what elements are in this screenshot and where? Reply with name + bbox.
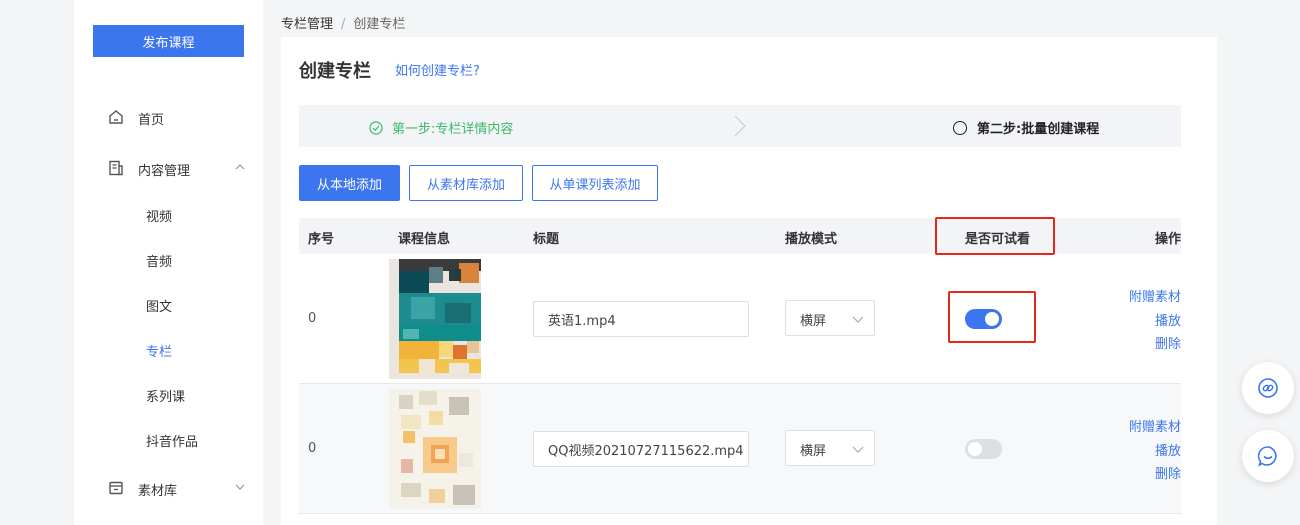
step-circle-icon xyxy=(953,120,967,135)
header-course-info: 课程信息 xyxy=(398,232,451,247)
step-1-label: 第一步:专栏详情内容 xyxy=(392,122,514,137)
main-card: 创建专栏 如何创建专栏? 第一步:专栏详情内容 第二步:批量创建课程 从本地添加… xyxy=(281,37,1217,525)
trial-toggle[interactable] xyxy=(965,439,1002,459)
play-mode-select[interactable]: 横屏 xyxy=(785,300,875,336)
document-icon xyxy=(109,160,123,176)
chat-icon xyxy=(1257,446,1277,467)
sidebar-sub-column[interactable]: 专栏 xyxy=(146,341,172,360)
sidebar-item-label: 首页 xyxy=(138,113,165,128)
breadcrumb: 专栏管理 / 创建专栏 xyxy=(281,13,405,32)
sidebar-item-label: 内容管理 xyxy=(138,164,191,179)
gift-material-link[interactable]: 附赠素材 xyxy=(1129,416,1181,435)
play-mode-value: 横屏 xyxy=(800,444,827,459)
step-1: 第一步:专栏详情内容 xyxy=(369,118,513,137)
chevron-down-icon xyxy=(852,446,864,453)
step-arrow-icon xyxy=(734,115,746,137)
row-index: 0 xyxy=(308,441,317,456)
delete-link[interactable]: 删除 xyxy=(1155,333,1181,352)
add-from-local-button[interactable]: 从本地添加 xyxy=(299,165,400,201)
sidebar-item-content-management[interactable]: 内容管理 xyxy=(74,156,263,180)
header-trial: 是否可试看 xyxy=(965,232,1031,247)
header-actions: 操作 xyxy=(1154,232,1181,247)
step-2-label: 第二步:批量创建课程 xyxy=(977,122,1100,137)
play-mode-value: 横屏 xyxy=(800,314,827,329)
check-circle-icon xyxy=(369,120,383,135)
steps-bar: 第一步:专栏详情内容 第二步:批量创建课程 xyxy=(299,105,1181,147)
header-index: 序号 xyxy=(308,232,335,247)
trial-toggle[interactable] xyxy=(965,309,1002,329)
table-header: 序号 课程信息 标题 播放模式 是否可试看 操作 xyxy=(299,218,1181,254)
sidebar-sub-article[interactable]: 图文 xyxy=(146,296,172,315)
title-input[interactable] xyxy=(533,301,749,337)
sidebar-item-home[interactable]: 首页 xyxy=(74,105,263,129)
sidebar-item-label: 素材库 xyxy=(138,484,178,499)
chevron-down-icon xyxy=(852,316,864,323)
header-title: 标题 xyxy=(533,232,560,247)
sidebar: 发布课程 首页 内容管理 视频 音频 图文 专栏 系列课 抖音作品 素材库 xyxy=(74,0,263,525)
breadcrumb-parent[interactable]: 专栏管理 xyxy=(281,17,333,32)
course-thumbnail[interactable] xyxy=(389,259,481,379)
sidebar-item-material-library[interactable]: 素材库 xyxy=(74,476,263,500)
step-2: 第二步:批量创建课程 xyxy=(953,118,1099,137)
course-thumbnail[interactable] xyxy=(389,389,481,509)
title-input[interactable] xyxy=(533,431,749,467)
row-index: 0 xyxy=(308,311,317,326)
add-from-library-button[interactable]: 从素材库添加 xyxy=(409,165,523,201)
chevron-down-icon xyxy=(235,484,245,490)
folder-icon xyxy=(109,481,123,495)
sidebar-sub-douyin[interactable]: 抖音作品 xyxy=(146,431,198,450)
float-chat-button[interactable] xyxy=(1242,430,1294,482)
sidebar-sub-video[interactable]: 视频 xyxy=(146,206,172,225)
sidebar-sub-audio[interactable]: 音频 xyxy=(146,251,172,270)
play-link[interactable]: 播放 xyxy=(1155,440,1181,459)
play-link[interactable]: 播放 xyxy=(1155,310,1181,329)
header-play-mode: 播放模式 xyxy=(785,232,838,247)
sidebar-sub-series[interactable]: 系列课 xyxy=(146,386,185,405)
toggle-knob xyxy=(985,312,999,326)
table-row: 0 英语1.mp4 横屏 附赠素材 播放 删除 xyxy=(299,254,1181,384)
course-table: 序号 课程信息 标题 播放模式 是否可试看 操作 0 英语1.mp4 横屏 附赠… xyxy=(299,218,1181,514)
gift-material-link[interactable]: 附赠素材 xyxy=(1129,286,1181,305)
publish-course-button[interactable]: 发布课程 xyxy=(93,25,244,57)
toggle-knob xyxy=(968,442,982,456)
table-row: 0 横屏 xyxy=(299,384,1181,514)
breadcrumb-separator: / xyxy=(341,17,346,32)
link-icon xyxy=(1258,378,1278,398)
help-link[interactable]: 如何创建专栏? xyxy=(395,60,480,79)
play-mode-select[interactable]: 横屏 xyxy=(785,430,875,466)
delete-link[interactable]: 删除 xyxy=(1155,463,1181,482)
add-from-single-list-button[interactable]: 从单课列表添加 xyxy=(532,165,658,201)
float-link-button[interactable] xyxy=(1242,362,1294,414)
page-title: 创建专栏 xyxy=(299,61,371,82)
breadcrumb-current: 创建专栏 xyxy=(353,17,406,32)
chevron-up-icon xyxy=(235,164,245,170)
home-icon xyxy=(109,110,123,124)
